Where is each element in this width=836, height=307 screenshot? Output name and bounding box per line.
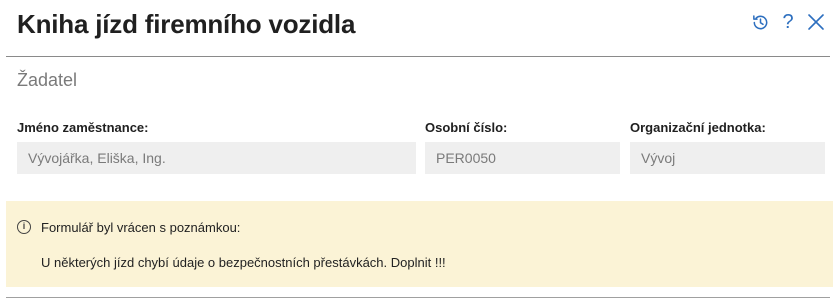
section-title: Žadatel <box>17 70 78 90</box>
history-icon[interactable] <box>746 10 774 34</box>
header-actions: ? <box>746 10 830 34</box>
header-divider <box>6 56 830 57</box>
notice-heading: Formulář byl vrácen s poznámkou: <box>41 220 241 235</box>
personal-number-field: Osobní číslo: <box>425 120 620 174</box>
page-title: Kniha jízd firemního vozidla <box>17 9 356 39</box>
info-icon: i <box>17 220 31 234</box>
employee-name-label: Jméno zaměstnance: <box>17 120 149 135</box>
notice-message: U některých jízd chybí údaje o bezpečnos… <box>41 255 446 270</box>
employee-name-field: Jméno zaměstnance: <box>17 120 416 174</box>
personal-number-label: Osobní číslo: <box>425 120 508 135</box>
org-unit-label: Organizační jednotka: <box>630 120 766 135</box>
employee-name-input[interactable] <box>17 142 416 174</box>
org-unit-input[interactable] <box>630 142 825 174</box>
form-header: Kniha jízd firemního vozidla ? <box>0 0 836 56</box>
close-icon[interactable] <box>802 10 830 34</box>
bottom-divider <box>6 297 830 298</box>
returned-notice: i Formulář byl vrácen s poznámkou: U něk… <box>6 201 833 287</box>
org-unit-field: Organizační jednotka: <box>630 120 825 174</box>
personal-number-input[interactable] <box>425 142 620 174</box>
help-icon[interactable]: ? <box>774 10 802 34</box>
